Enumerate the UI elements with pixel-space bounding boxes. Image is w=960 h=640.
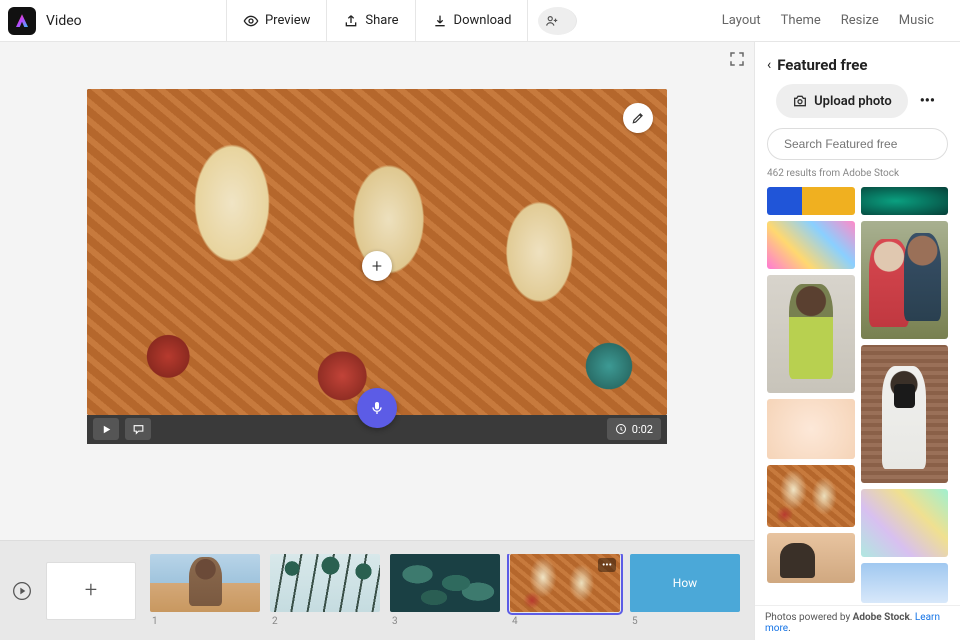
clip-number: 4 [512,616,620,627]
layout-tab[interactable]: Layout [722,13,761,28]
upload-photo-button[interactable]: Upload photo [776,84,908,118]
add-element-button[interactable]: + [362,251,392,281]
person-plus-icon [545,14,559,28]
eye-icon [243,13,259,29]
clip-number: 1 [152,616,260,627]
record-voice-button[interactable] [357,388,397,428]
panel-title: Featured free [777,56,867,74]
clip-more-button[interactable]: ••• [598,558,616,572]
invite-button[interactable] [538,7,577,35]
download-button[interactable]: Download [415,0,529,41]
play-button[interactable] [93,418,119,440]
timeline-clip-3[interactable] [390,554,500,612]
expand-icon[interactable] [728,50,746,68]
timeline-clip-5[interactable]: How [630,554,740,612]
stock-thumb[interactable] [767,221,855,269]
camera-plus-icon [792,93,808,109]
add-slide-button[interactable]: + [46,562,136,620]
edit-button[interactable] [623,103,653,133]
theme-tab[interactable]: Theme [781,13,821,28]
timeline-clip-1[interactable] [150,554,260,612]
results-count: 462 results from Adobe Stock [755,168,960,187]
clock-icon [615,423,627,435]
upload-more-button[interactable]: ••• [916,93,939,109]
caption-button[interactable] [125,418,151,440]
canvas-stage[interactable]: + 0:02 [87,89,667,444]
document-title[interactable]: Video [46,13,82,29]
stock-thumb[interactable] [861,489,949,557]
stock-thumb[interactable] [767,399,855,459]
play-all-button[interactable] [12,581,32,601]
microphone-icon [369,400,385,416]
stock-thumb[interactable] [861,221,949,339]
stock-thumb[interactable] [861,187,949,215]
clip-number: 2 [272,616,380,627]
clip-number: 5 [632,616,740,627]
stock-thumb[interactable] [861,563,949,603]
timeline-clip-2[interactable] [270,554,380,612]
stock-thumb[interactable] [767,275,855,393]
share-icon [343,13,359,29]
timeline-clip-4[interactable]: ••• [510,554,620,612]
duration-pill[interactable]: 0:02 [607,418,661,440]
stock-thumb[interactable] [861,345,949,483]
stock-thumb[interactable] [767,533,855,583]
download-icon [432,13,448,29]
share-button[interactable]: Share [326,0,414,41]
stock-thumb[interactable] [767,465,855,527]
back-chevron-icon[interactable]: ‹ [767,57,771,73]
play-icon [100,423,113,436]
stock-attribution: Photos powered by Adobe Stock. Learn mor… [755,605,960,640]
preview-button[interactable]: Preview [226,0,326,41]
search-input-wrap[interactable] [767,128,948,160]
clip-number: 3 [392,616,500,627]
speech-bubble-icon [132,423,145,436]
resize-tab[interactable]: Resize [841,13,879,28]
app-logo[interactable] [8,7,36,35]
stock-thumb[interactable] [767,187,855,215]
music-tab[interactable]: Music [899,13,934,28]
search-input[interactable] [784,137,939,151]
pencil-icon [631,111,645,125]
